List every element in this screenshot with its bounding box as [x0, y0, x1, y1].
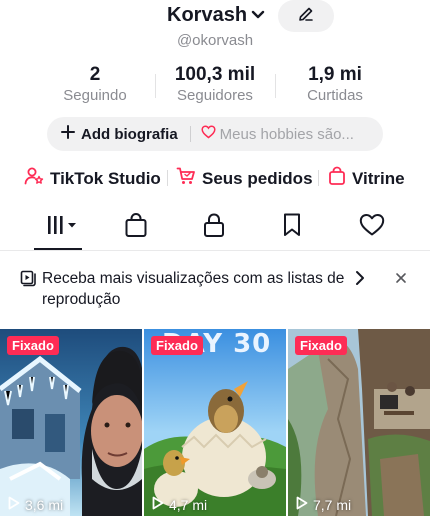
pinned-badge: Fixado	[7, 336, 59, 355]
stat-likes[interactable]: 1,9 mi Curtidas	[275, 64, 395, 106]
username: Korvash	[167, 4, 248, 26]
stat-likes-value: 1,9 mi	[308, 64, 362, 85]
bio-divider	[189, 126, 191, 142]
lock-icon	[203, 212, 225, 243]
chevron-right-icon[interactable]	[354, 270, 366, 291]
video-thumbnail-image	[0, 329, 142, 516]
chevron-down-icon	[251, 7, 265, 25]
stat-following-label: Seguindo	[63, 87, 127, 104]
plus-icon	[61, 125, 75, 143]
tab-private[interactable]	[198, 211, 230, 243]
video-thumbnail[interactable]: Fixado 7,7 mi	[288, 329, 430, 516]
video-thumbnail[interactable]: Fixado 3,6 mi	[0, 329, 142, 516]
view-count: 4,7 mi	[152, 496, 207, 513]
edit-profile-button[interactable]	[278, 0, 334, 32]
orders-link[interactable]: Seus pedidos	[176, 166, 313, 191]
pinned-badge: Fixado	[295, 336, 347, 355]
pencil-icon	[297, 5, 315, 28]
active-tab-indicator	[34, 248, 82, 250]
pinned-badge: Fixado	[151, 336, 203, 355]
playlist-banner[interactable]: Receba mais visualizações com as listas …	[0, 268, 430, 316]
heart-icon	[201, 125, 216, 143]
tab-saved[interactable]	[276, 211, 308, 243]
profile-stats: 2 Seguindo 100,3 mil Seguidores 1,9 mi C…	[0, 64, 430, 108]
tiktok-studio-link[interactable]: TikTok Studio	[24, 166, 161, 191]
profile-header: Korvash @okorvash	[0, 0, 430, 60]
tiktok-studio-label: TikTok Studio	[50, 168, 161, 188]
shopping-bag-icon	[124, 212, 148, 243]
quick-divider	[318, 170, 319, 186]
close-icon[interactable]	[394, 271, 408, 290]
video-grid: Fixado 3,6 mi DAY 30 Fixado 4,7 mi Fixad…	[0, 329, 430, 516]
hobbies-placeholder: Meus hobbies são...	[219, 125, 354, 143]
banner-text: Receba mais visualizações com as listas …	[42, 270, 345, 308]
tab-shop[interactable]	[120, 211, 152, 243]
view-count-text: 3,6 mi	[25, 496, 64, 513]
orders-label: Seus pedidos	[202, 168, 313, 188]
account-switcher[interactable]: Korvash	[167, 4, 265, 27]
user-handle: @okorvash	[176, 32, 254, 49]
shopping-bag-icon	[328, 166, 346, 191]
playlist-icon	[20, 270, 37, 292]
stat-following-value: 2	[89, 64, 101, 85]
quick-divider	[167, 170, 168, 186]
quick-links: TikTok Studio Seus pedidos Vitrine	[0, 166, 430, 190]
add-bio-button[interactable]: Add biografia	[61, 125, 178, 143]
stat-likes-label: Curtidas	[307, 87, 363, 104]
grid-videos-icon	[42, 213, 82, 242]
bio-chip: Add biografia Meus hobbies são...	[47, 117, 383, 151]
tab-liked[interactable]	[354, 211, 390, 243]
user-star-icon	[24, 166, 44, 191]
view-count: 7,7 mi	[296, 496, 351, 513]
play-icon	[152, 496, 164, 513]
stat-followers-value: 100,3 mil	[174, 64, 256, 85]
add-bio-label: Add biografia	[81, 125, 178, 143]
stat-followers-label: Seguidores	[177, 87, 253, 104]
hobbies-button[interactable]: Meus hobbies são...	[201, 125, 354, 143]
view-count-text: 4,7 mi	[169, 496, 208, 513]
play-icon	[8, 496, 20, 513]
profile-tabs	[0, 205, 430, 251]
view-count-text: 7,7 mi	[313, 496, 352, 513]
showcase-link[interactable]: Vitrine	[328, 166, 405, 191]
play-icon	[296, 496, 308, 513]
bookmark-icon	[281, 212, 303, 243]
tab-videos[interactable]	[40, 211, 84, 243]
video-thumbnail[interactable]: DAY 30 Fixado 4,7 mi	[144, 329, 286, 516]
heart-icon	[359, 213, 385, 242]
stat-following[interactable]: 2 Seguindo	[35, 64, 155, 106]
view-count: 3,6 mi	[8, 496, 63, 513]
cart-icon	[176, 166, 196, 191]
video-thumbnail-image	[288, 329, 430, 516]
showcase-label: Vitrine	[352, 168, 405, 188]
stat-followers[interactable]: 100,3 mil Seguidores	[155, 64, 275, 106]
